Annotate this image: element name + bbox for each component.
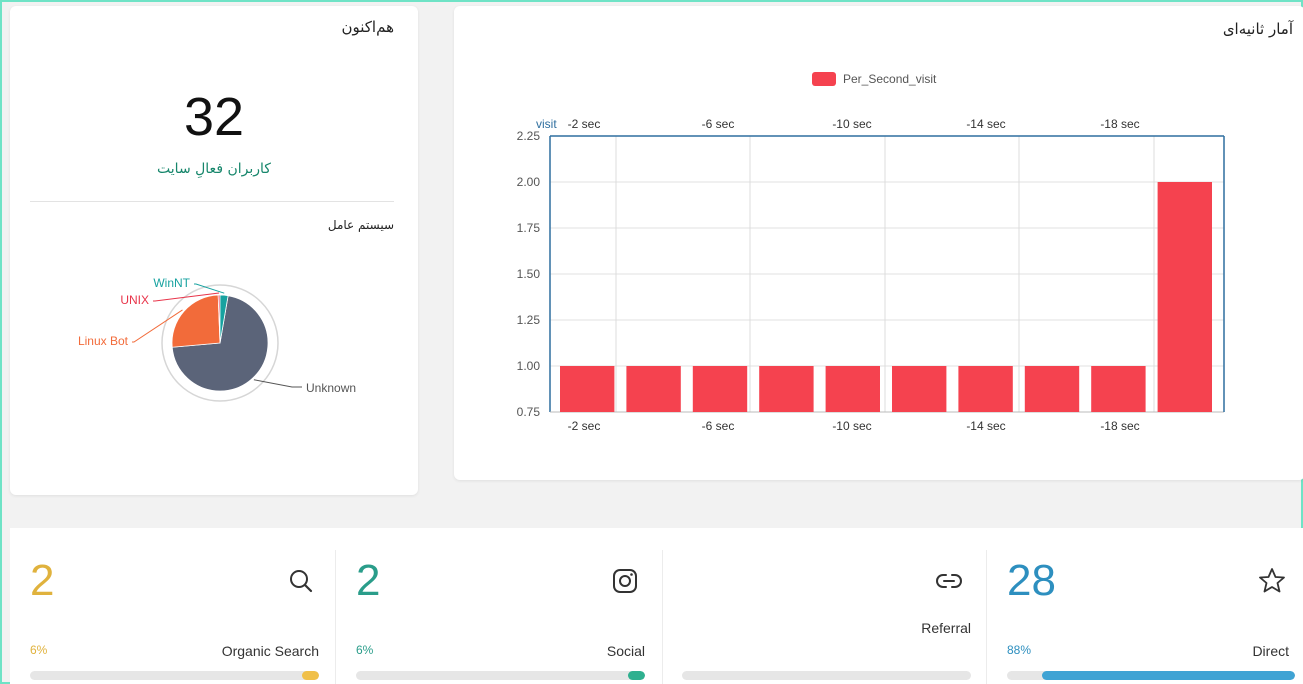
social-progress — [356, 671, 645, 680]
social-percent: 6% — [356, 643, 374, 657]
legend-swatch — [812, 72, 836, 86]
bar-9[interactable] — [1091, 366, 1146, 412]
per-second-bar-chart: Per_Second_visit 0.75 1.00 1.25 1.50 1.75 2.00… — [517, 72, 1225, 433]
pie-label-unknown: Unknown — [306, 381, 356, 395]
x-tick-label-top: -2 sec — [568, 117, 601, 131]
traffic-sources-strip: 2 Organic Search 6% 2 Social 6% Referral — [10, 528, 1303, 684]
x-tick-label-bottom: -14 sec — [966, 419, 1005, 433]
x-tick-label-top: -10 sec — [832, 117, 871, 131]
organic-search-label: Organic Search — [221, 643, 319, 659]
active-users-label: کاربران فعالِ سایت — [157, 161, 271, 177]
x-tick-label-top: -6 sec — [702, 117, 735, 131]
traffic-organic-search[interactable]: 2 Organic Search 6% — [10, 528, 335, 684]
y-tick-label: 2.25 — [517, 129, 541, 143]
bar-3[interactable] — [692, 366, 748, 412]
search-icon — [290, 570, 313, 593]
x-tick-label-bottom: -2 sec — [568, 419, 601, 433]
active-users-count: 32 — [183, 87, 245, 147]
direct-progress-fill — [1041, 671, 1295, 680]
bar-8[interactable] — [1024, 366, 1080, 412]
y-tick-label: 2.00 — [517, 175, 541, 189]
organic-search-progress-fill — [301, 671, 319, 680]
bar-4[interactable] — [759, 366, 814, 412]
y-tick-label: 1.00 — [517, 359, 541, 373]
bar-6[interactable] — [892, 366, 947, 412]
traffic-direct[interactable]: 28 Direct 88% — [987, 528, 1303, 684]
x-tick-label-bottom: -6 sec — [702, 419, 735, 433]
x-tick-label-top: -18 sec — [1100, 117, 1139, 131]
direct-percent: 88% — [1007, 643, 1032, 657]
bar-10[interactable] — [1157, 182, 1212, 412]
y-axis-label: visit — [536, 117, 557, 131]
x-tick-label-bottom: -10 sec — [832, 419, 871, 433]
pie-label-winnt: WinNT — [153, 276, 190, 290]
os-pie-chart: Unknown Linux Bot UNIX WinNT — [78, 276, 356, 402]
direct-label: Direct — [1252, 643, 1289, 659]
divider — [30, 201, 394, 202]
social-count: 2 — [356, 556, 381, 605]
link-icon — [936, 574, 962, 588]
social-label: Social — [606, 643, 645, 659]
pie-label-linux-bot: Linux Bot — [78, 334, 129, 348]
social-progress-fill — [627, 671, 645, 680]
organic-search-percent: 6% — [30, 643, 48, 657]
organic-search-count: 2 — [30, 556, 55, 605]
direct-progress — [1007, 671, 1295, 680]
now-card: هم‌اکنون 32 کاربران فعالِ سایت سیستم عام… — [10, 6, 418, 495]
legend-label: Per_Second_visit — [843, 72, 937, 86]
bar-7[interactable] — [958, 366, 1013, 412]
per-second-stats-card: آمار ثانیه‌ای Per_Second_visit 0.75 1.00 1.… — [454, 6, 1303, 480]
bar-1[interactable] — [560, 366, 615, 412]
bar-2[interactable] — [626, 366, 681, 412]
x-tick-label-top: -14 sec — [966, 117, 1005, 131]
traffic-referral[interactable]: Referral — [662, 528, 987, 684]
traffic-social[interactable]: 2 Social 6% — [336, 528, 661, 684]
y-tick-label: 1.50 — [517, 267, 541, 281]
y-tick-label: 1.25 — [517, 313, 541, 327]
star-icon — [1259, 568, 1285, 593]
pie-slice-linux-bot[interactable] — [171, 294, 221, 348]
instagram-icon — [613, 569, 637, 593]
referral-progress — [682, 671, 971, 680]
now-card-title: هم‌اکنون — [341, 18, 395, 36]
y-tick-label: 1.75 — [517, 221, 541, 235]
pie-label-unix: UNIX — [120, 293, 149, 307]
referral-label: Referral — [921, 620, 971, 636]
direct-count: 28 — [1007, 556, 1056, 605]
organic-search-progress — [30, 671, 319, 680]
os-section-title: سیستم عامل — [327, 218, 394, 232]
x-tick-label-bottom: -18 sec — [1100, 419, 1139, 433]
bar-5[interactable] — [825, 366, 880, 412]
y-tick-label: 0.75 — [517, 405, 541, 419]
